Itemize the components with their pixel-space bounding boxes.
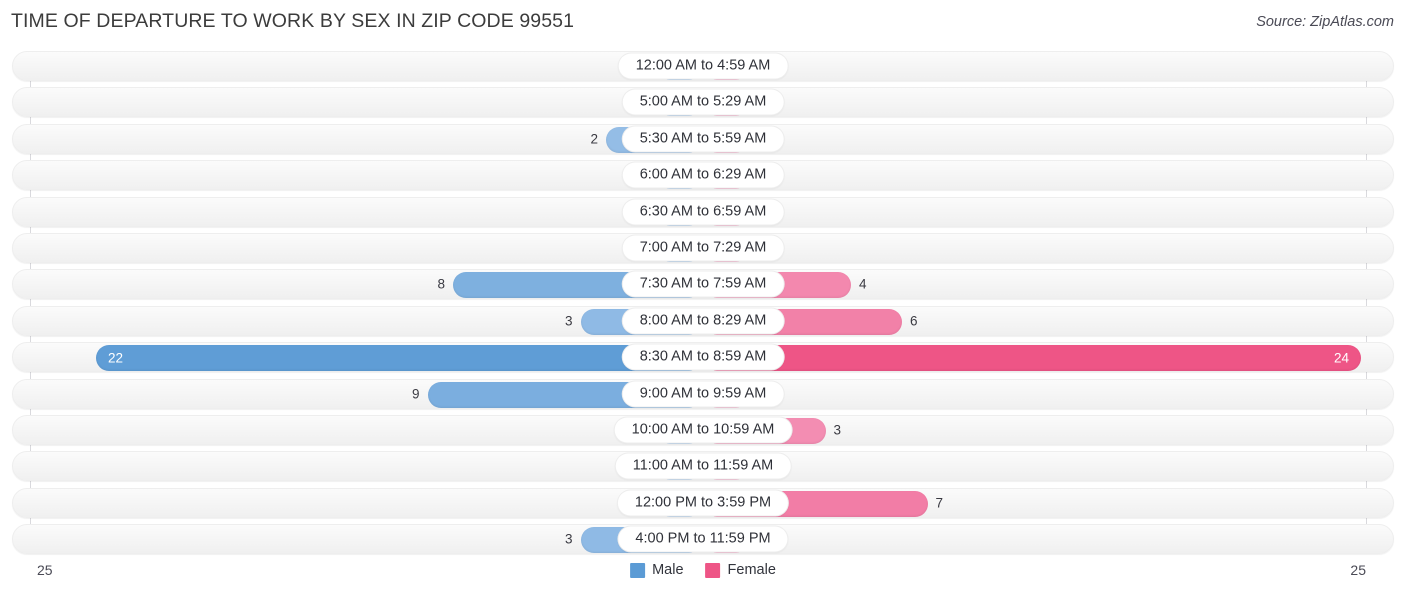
legend-item-male[interactable]: Male <box>630 562 684 578</box>
axis-tick-left: 25 <box>37 562 53 578</box>
bar-value-male: 3 <box>564 531 573 547</box>
category-label: 8:00 AM to 8:29 AM <box>622 308 784 334</box>
bar-male[interactable]: 22 <box>96 345 702 372</box>
legend-item-female[interactable]: Female <box>705 562 776 578</box>
table-row[interactable]: 0310:00 AM to 10:59 AM <box>12 415 1394 445</box>
table-row[interactable]: 006:30 AM to 6:59 AM <box>12 196 1394 227</box>
bar-value-male: 9 <box>411 386 420 402</box>
chart-legend: Male Female <box>630 562 776 578</box>
category-label: 6:00 AM to 6:29 AM <box>622 162 784 188</box>
table-row[interactable]: 0011:00 AM to 11:59 AM <box>12 451 1394 482</box>
bar-value-female: 7 <box>935 495 944 511</box>
table-row[interactable]: 007:00 AM to 7:29 AM <box>12 233 1394 263</box>
legend-label: Female <box>727 562 776 578</box>
bar-value-female: 6 <box>910 313 918 329</box>
category-label: 12:00 AM to 4:59 AM <box>618 53 788 79</box>
chart-footer: 25 25 Male Female <box>0 556 1406 595</box>
bar-value-female: 4 <box>859 276 867 292</box>
bar-value-male: 22 <box>108 350 124 366</box>
legend-swatch-icon <box>705 562 721 578</box>
table-row[interactable]: 205:30 AM to 5:59 AM <box>12 123 1394 154</box>
table-row[interactable]: 8 4 7:30 AM to 7:59 AM <box>12 269 1394 300</box>
table-row[interactable]: 909:00 AM to 9:59 AM <box>12 378 1394 409</box>
category-label: 10:00 AM to 10:59 AM <box>614 417 792 443</box>
bar-value-female: 3 <box>833 422 842 438</box>
axis-tick-right: 25 <box>1350 562 1366 578</box>
bar-value-male: 2 <box>590 131 598 147</box>
table-row[interactable]: 0712:00 PM to 3:59 PM <box>12 487 1394 518</box>
category-label: 8:30 AM to 8:59 AM <box>622 344 784 370</box>
legend-label: Male <box>652 562 684 578</box>
bar-value-male: 8 <box>437 276 445 292</box>
bar-value-male: 3 <box>564 313 573 329</box>
table-row[interactable]: 005:00 AM to 5:29 AM <box>12 87 1394 118</box>
chart-plot-area: 0012:00 AM to 4:59 AM 005:00 AM to 5:29 A… <box>0 51 1406 555</box>
table-row[interactable]: 304:00 PM to 11:59 PM <box>12 524 1394 555</box>
chart-header: TIME OF DEPARTURE TO WORK BY SEX IN ZIP … <box>0 0 1406 45</box>
category-label: 5:30 AM to 5:59 AM <box>622 126 784 152</box>
category-label: 12:00 PM to 3:59 PM <box>617 490 789 516</box>
table-row[interactable]: 22 24 8:30 AM to 8:59 AM <box>12 342 1394 373</box>
table-row[interactable]: 3 6 8:00 AM to 8:29 AM <box>12 305 1394 336</box>
bar-female[interactable]: 24 <box>704 345 1361 372</box>
bar-value-female: 24 <box>1333 350 1349 366</box>
page-title: TIME OF DEPARTURE TO WORK BY SEX IN ZIP … <box>11 10 575 32</box>
category-label: 11:00 AM to 11:59 AM <box>615 453 791 479</box>
category-label: 5:00 AM to 5:29 AM <box>622 89 784 115</box>
category-label: 4:00 PM to 11:59 PM <box>618 526 788 552</box>
category-label: 7:30 AM to 7:59 AM <box>622 271 784 297</box>
category-label: 9:00 AM to 9:59 AM <box>622 381 784 407</box>
table-row[interactable]: 0012:00 AM to 4:59 AM <box>12 51 1394 81</box>
table-row[interactable]: 006:00 AM to 6:29 AM <box>12 160 1394 191</box>
source-attribution: Source: ZipAtlas.com <box>1256 14 1394 30</box>
category-label: 6:30 AM to 6:59 AM <box>622 199 784 225</box>
category-label: 7:00 AM to 7:29 AM <box>622 235 784 261</box>
legend-swatch-icon <box>630 562 646 578</box>
